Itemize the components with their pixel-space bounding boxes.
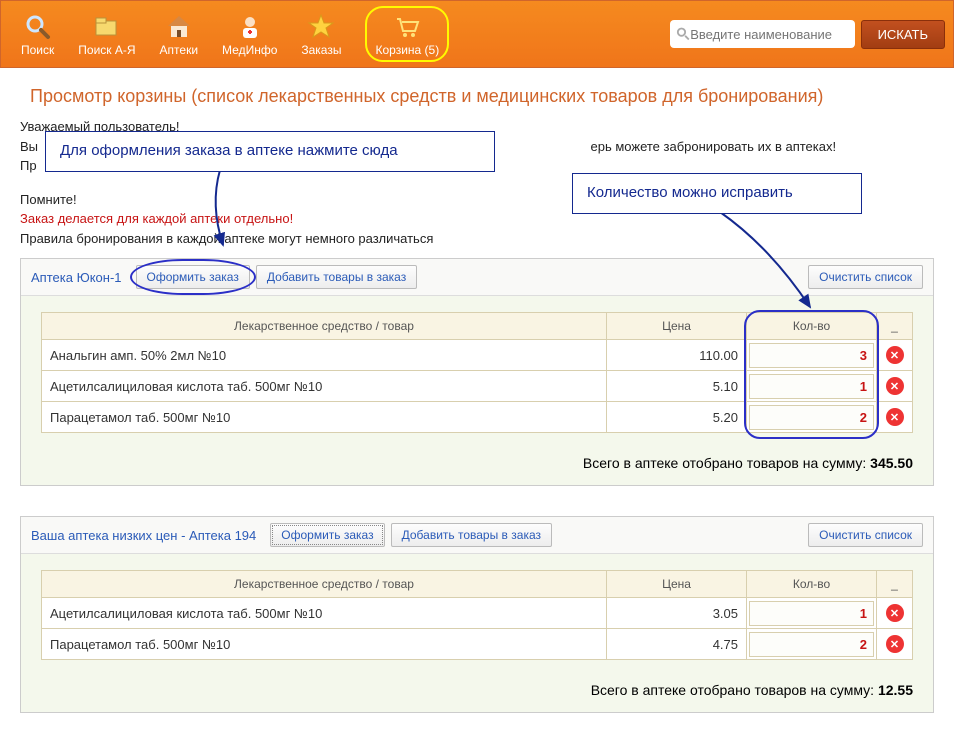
doctor-icon [234,11,266,43]
delete-icon[interactable]: ✕ [886,408,904,426]
delete-icon[interactable]: ✕ [886,604,904,622]
nav-pharmacies[interactable]: Аптеки [160,11,199,57]
pharmacy-name: Ваша аптека низких цен - Аптека 194 [31,528,256,543]
th-price: Цена [607,571,747,598]
nav-orders[interactable]: Заказы [301,11,341,57]
page-title: Просмотр корзины (список лекарственных с… [0,68,954,117]
pharmacy-header: Ваша аптека низких цен - Аптека 194 Офор… [21,517,933,554]
nav-search[interactable]: Поиск [21,11,54,57]
nav-label: Поиск А-Я [78,43,135,57]
pharmacy-name: Аптека Юкон-1 [31,270,122,285]
qty-input[interactable] [749,374,874,399]
items-table: Лекарственное средство / товар Цена Кол-… [41,312,913,433]
table-row: Парацетамол таб. 500мг №105.20 ✕ [42,402,913,433]
nav-cart[interactable]: Корзина (5) [365,6,449,62]
nav-label: Заказы [301,43,341,57]
qty-input[interactable] [749,405,874,430]
pharmacy-block-1: Аптека Юкон-1 Оформить заказ Добавить то… [20,258,934,486]
th-product: Лекарственное средство / товар [42,571,607,598]
total-row: Всего в аптеке отобрано товаров на сумму… [21,668,933,712]
table-row: Ацетилсалициловая кислота таб. 500мг №10… [42,371,913,402]
nav-medinfo[interactable]: МедИнфо [222,11,277,57]
search-box [670,20,855,48]
pharmacy-block-2: Ваша аптека низких цен - Аптека 194 Офор… [20,516,934,713]
house-icon [163,11,195,43]
callout-qty: Количество можно исправить [572,173,862,214]
th-qty: Кол-во [747,571,877,598]
items-table: Лекарственное средство / товар Цена Кол-… [41,570,913,660]
cell-product: Ацетилсалициловая кислота таб. 500мг №10 [42,371,607,402]
cell-price: 5.10 [607,371,747,402]
delete-icon[interactable]: ✕ [886,377,904,395]
folder-icon [91,11,123,43]
clear-button[interactable]: Очистить список [808,265,923,289]
nav-label: МедИнфо [222,43,277,57]
th-del: _ [877,571,913,598]
nav-label: Аптеки [160,43,199,57]
clear-button[interactable]: Очистить список [808,523,923,547]
table-row: Парацетамол таб. 500мг №104.75 ✕ [42,629,913,660]
search-input[interactable] [690,27,848,42]
nav-label: Поиск [21,43,54,57]
qty-input[interactable] [749,601,874,626]
order-button[interactable]: Оформить заказ [270,523,384,547]
th-product: Лекарственное средство / товар [42,313,607,340]
cell-price: 5.20 [607,402,747,433]
info-block: Для оформления заказа в аптеке нажмите с… [20,117,934,248]
qty-input[interactable] [749,632,874,657]
th-price: Цена [607,313,747,340]
total-row: Всего в аптеке отобрано товаров на сумму… [21,441,933,485]
top-navbar: Поиск Поиск А-Я Аптеки МедИнфо Заказы Ко… [0,0,954,68]
search-button[interactable]: ИСКАТЬ [861,20,945,49]
callout-order: Для оформления заказа в аптеке нажмите с… [45,131,495,172]
nav-search-az[interactable]: Поиск А-Я [78,11,135,57]
nav-label: Корзина (5) [375,43,439,57]
star-icon [305,11,337,43]
table-row: Ацетилсалициловая кислота таб. 500мг №10… [42,598,913,629]
magnifier-icon [22,11,54,43]
order-button[interactable]: Оформить заказ [136,265,250,289]
cell-price: 110.00 [607,340,747,371]
cell-price: 4.75 [607,629,747,660]
cell-product: Ацетилсалициловая кислота таб. 500мг №10 [42,598,607,629]
search-wrap: ИСКАТЬ [670,20,945,49]
delete-icon[interactable]: ✕ [886,346,904,364]
cell-price: 3.05 [607,598,747,629]
search-icon [676,26,691,42]
cart-icon [391,11,423,43]
pharmacy-header: Аптека Юкон-1 Оформить заказ Добавить то… [21,259,933,296]
add-items-button[interactable]: Добавить товары в заказ [391,523,552,547]
th-del: _ [877,313,913,340]
qty-input[interactable] [749,343,874,368]
table-row: Анальгин амп. 50% 2мл №10110.00 ✕ [42,340,913,371]
th-qty: Кол-во [747,313,877,340]
cell-product: Парацетамол таб. 500мг №10 [42,402,607,433]
add-items-button[interactable]: Добавить товары в заказ [256,265,417,289]
cell-product: Парацетамол таб. 500мг №10 [42,629,607,660]
cell-product: Анальгин амп. 50% 2мл №10 [42,340,607,371]
delete-icon[interactable]: ✕ [886,635,904,653]
